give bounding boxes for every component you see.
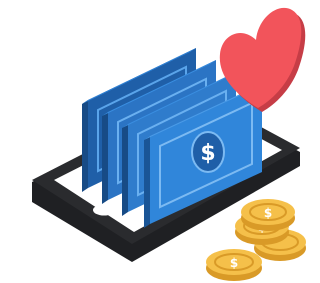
gold-coin-icon: $ — [241, 199, 295, 231]
tablet-home-button — [93, 204, 115, 216]
gold-coin-stack: $ $ $ — [206, 199, 306, 281]
finance-illustration: $ $ $ — [0, 0, 309, 283]
svg-text:$: $ — [200, 141, 215, 166]
svg-text:$: $ — [230, 256, 238, 270]
gold-coin-icon: $ — [206, 249, 262, 281]
illustration-canvas: $ $ $ — [32, 7, 306, 281]
svg-text:$: $ — [264, 206, 272, 220]
